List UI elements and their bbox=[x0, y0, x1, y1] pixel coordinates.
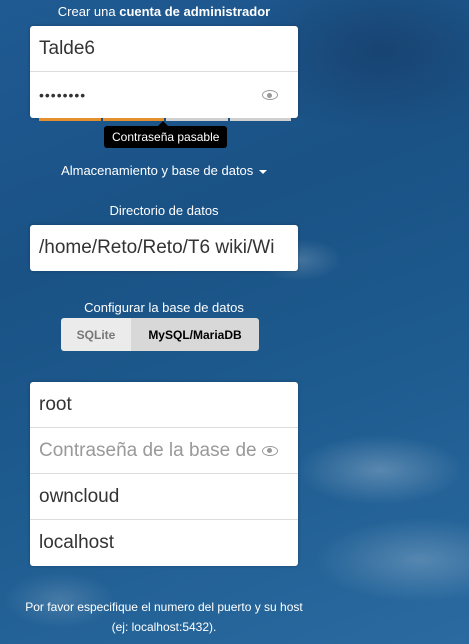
storage-database-toggle[interactable]: Almacenamiento y base de datos bbox=[0, 163, 328, 178]
strength-segment bbox=[229, 118, 291, 121]
strength-segment bbox=[166, 118, 228, 121]
admin-username-input[interactable] bbox=[39, 37, 289, 60]
db-host-field bbox=[30, 520, 298, 566]
password-strength-tooltip: Contraseña pasable bbox=[104, 121, 228, 148]
data-directory-label: Directorio de datos bbox=[109, 203, 219, 218]
db-user-field bbox=[30, 382, 298, 428]
db-host-input[interactable] bbox=[39, 532, 289, 554]
strength-segment bbox=[39, 118, 101, 121]
title-bold: cuenta de administrador bbox=[119, 4, 271, 19]
data-directory-input[interactable] bbox=[39, 237, 289, 259]
db-name-field bbox=[30, 474, 298, 520]
db-password-input[interactable] bbox=[39, 439, 257, 462]
eye-icon[interactable] bbox=[262, 90, 278, 100]
db-password-field bbox=[30, 428, 298, 474]
admin-password-field bbox=[30, 72, 298, 118]
strength-segment bbox=[102, 118, 164, 121]
admin-credentials-group bbox=[30, 26, 298, 118]
admin-username-field bbox=[30, 26, 298, 72]
configure-database-label: Configurar la base de datos bbox=[84, 300, 244, 315]
data-directory-field bbox=[30, 225, 298, 271]
database-type-selector: SQLite MySQL/MariaDB bbox=[61, 318, 259, 351]
db-user-input[interactable] bbox=[39, 393, 289, 416]
database-credentials-group bbox=[30, 382, 298, 566]
admin-account-title: Crear una cuenta de administrador bbox=[0, 4, 328, 19]
title-prefix: Crear una bbox=[57, 4, 116, 19]
mysql-option[interactable]: MySQL/MariaDB bbox=[131, 318, 259, 351]
db-host-hint: Por favor especifique el numero del puer… bbox=[25, 600, 303, 634]
storage-database-label: Almacenamiento y base de datos bbox=[61, 163, 254, 178]
admin-password-input[interactable] bbox=[39, 87, 289, 103]
data-directory-group bbox=[30, 225, 298, 271]
caret-down-icon bbox=[258, 169, 267, 174]
sqlite-option[interactable]: SQLite bbox=[61, 318, 131, 351]
db-name-input[interactable] bbox=[39, 485, 289, 508]
eye-icon[interactable] bbox=[262, 445, 278, 456]
